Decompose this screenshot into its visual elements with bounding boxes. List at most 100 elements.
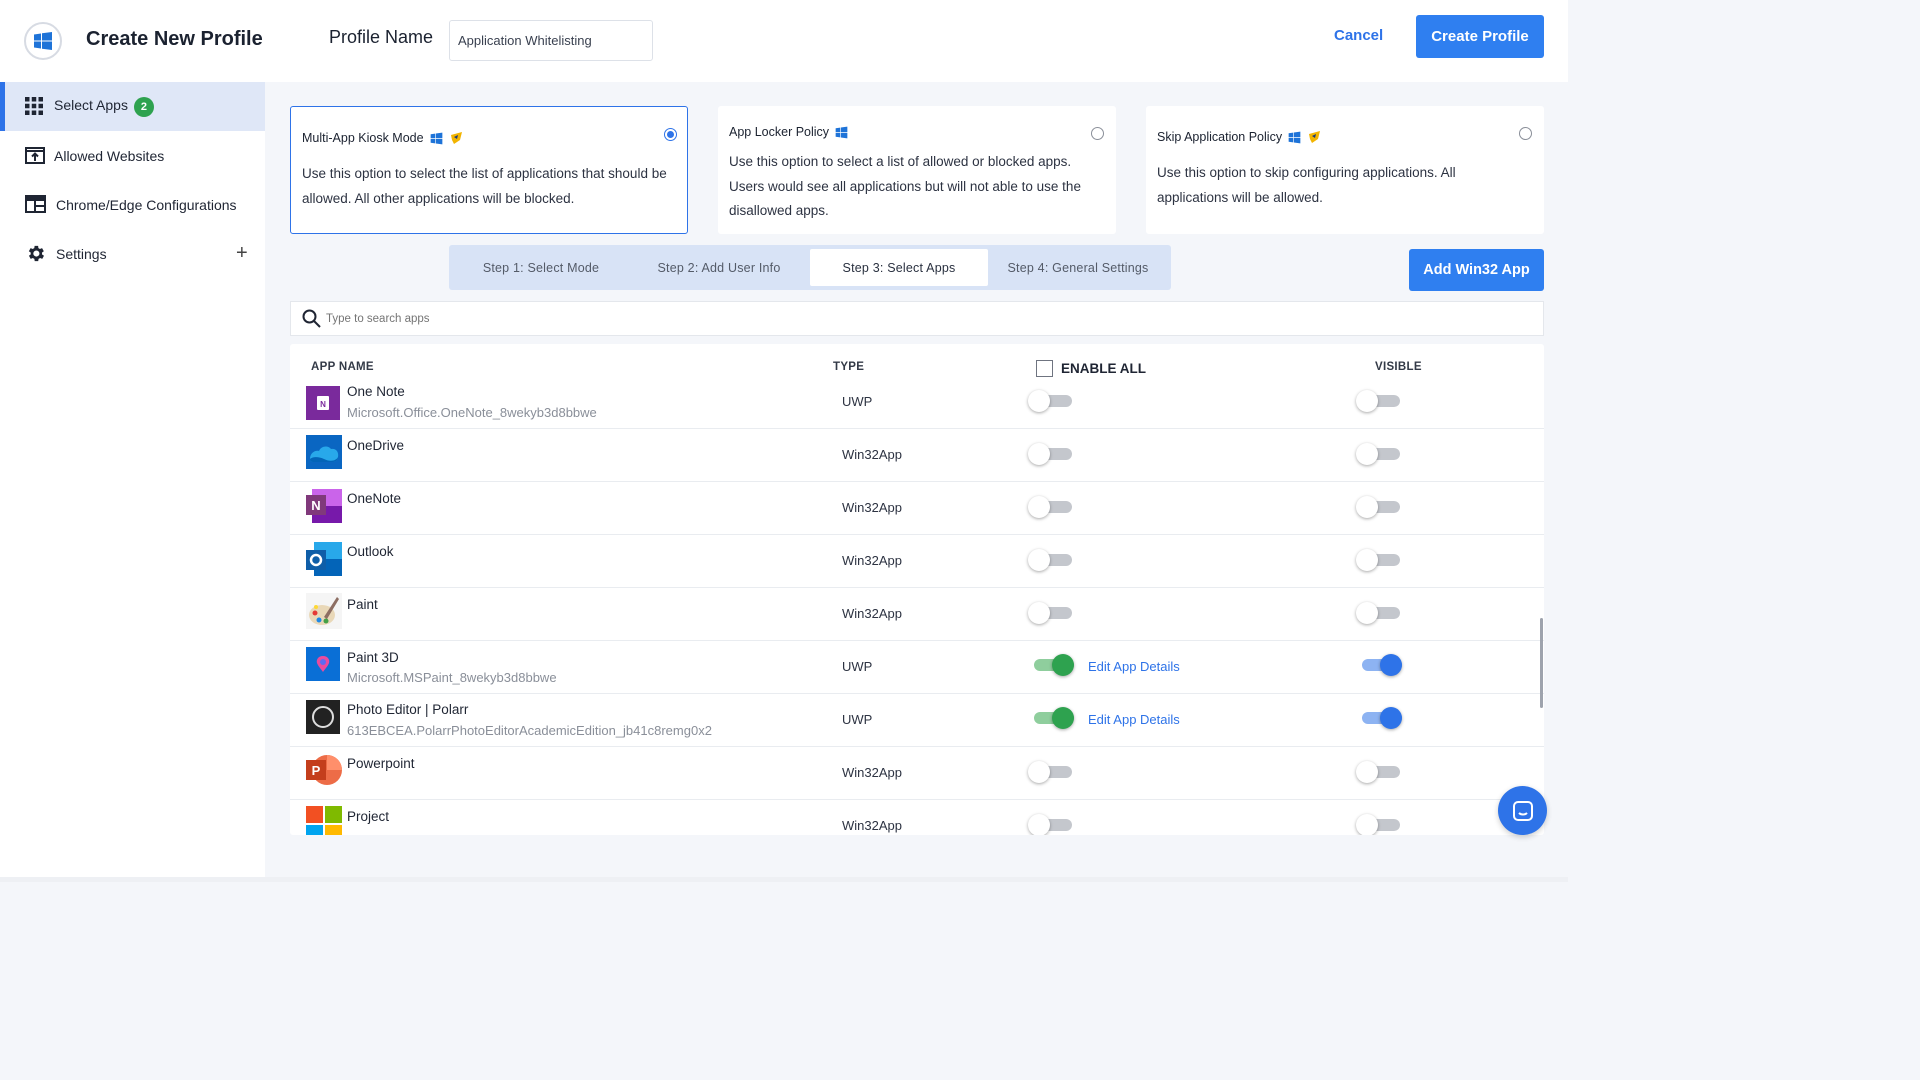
mode-radio-skip[interactable] [1519, 127, 1532, 140]
profile-name-input[interactable] [449, 20, 653, 61]
table-row: P Powerpoint Win32App [290, 747, 1544, 800]
enable-toggle[interactable] [1030, 653, 1074, 677]
windows-icon [1288, 131, 1301, 143]
enable-toggle[interactable] [1028, 389, 1072, 413]
tab-step-1[interactable]: Step 1: Select Mode [453, 249, 629, 286]
app-package: Microsoft.Office.OneNote_8wekyb3d8bbwe [347, 405, 597, 420]
visible-toggle[interactable] [1356, 442, 1400, 466]
app-package: Microsoft.MSPaint_8wekyb3d8bbwe [347, 670, 557, 685]
page-title: Create New Profile [86, 28, 263, 50]
sidebar-item-label: Settings [56, 245, 107, 262]
table-row: Outlook Win32App [290, 535, 1544, 588]
app-type: UWP [842, 394, 873, 409]
mode-card-skip[interactable]: Skip Application Policy Use this option … [1146, 106, 1544, 234]
mode-title: Skip Application Policy [1157, 130, 1283, 144]
visible-toggle[interactable] [1356, 601, 1400, 625]
windows-icon [835, 126, 848, 138]
sidebar-item-select-apps[interactable]: Select Apps 2 [0, 82, 265, 131]
powerpoint-icon: P [306, 755, 342, 785]
create-profile-button[interactable]: Create Profile [1416, 15, 1544, 58]
enable-toggle[interactable] [1028, 601, 1072, 625]
search-input[interactable] [326, 308, 926, 330]
mode-radio-kiosk[interactable] [664, 128, 677, 141]
apps-table: APP NAME TYPE ENABLE ALL VISIBLE N One N… [290, 344, 1544, 835]
mode-card-kiosk[interactable]: Multi-App Kiosk Mode Use this option to … [290, 106, 688, 234]
tab-step-4[interactable]: Step 4: General Settings [989, 249, 1167, 286]
mode-card-app-locker[interactable]: App Locker Policy Use this option to sel… [718, 106, 1116, 234]
app-name: Outlook [347, 544, 394, 559]
column-header-app-name: APP NAME [311, 361, 374, 373]
paint-icon [306, 593, 342, 629]
profile-name-label: Profile Name [329, 27, 434, 47]
sidebar-item-label: Allowed Websites [54, 147, 165, 164]
enable-toggle[interactable] [1028, 495, 1072, 519]
chat-icon [1512, 800, 1533, 821]
enable-toggle[interactable] [1028, 548, 1072, 572]
visible-toggle[interactable] [1358, 653, 1402, 677]
enable-all-label: ENABLE ALL [1061, 361, 1146, 376]
visible-toggle[interactable] [1356, 548, 1400, 572]
app-package: 613EBCEA.PolarrPhotoEditorAcademicEditio… [347, 723, 712, 738]
app-type: Win32App [842, 765, 902, 780]
step-tabs: Step 1: Select Mode Step 2: Add User Inf… [449, 245, 1171, 290]
sidebar-item-chrome-edge[interactable]: Chrome/Edge Configurations [0, 180, 265, 229]
table-row: N One Note Microsoft.Office.OneNote_8wek… [290, 376, 1544, 429]
tab-step-3[interactable]: Step 3: Select Apps [810, 249, 988, 286]
grid-icon [25, 97, 45, 117]
onedrive-icon [306, 435, 342, 469]
svg-text:P: P [312, 763, 321, 778]
enable-toggle[interactable] [1028, 442, 1072, 466]
visible-toggle[interactable] [1356, 760, 1400, 784]
mode-title: Multi-App Kiosk Mode [302, 131, 424, 145]
app-shield-icon [450, 132, 462, 144]
visible-toggle[interactable] [1358, 706, 1402, 730]
bottom-strip [0, 877, 1568, 882]
paint3d-icon [306, 647, 340, 681]
sidebar: Select Apps 2 Allowed Websites Chrome/Edg… [0, 82, 265, 877]
chat-launcher-button[interactable] [1498, 786, 1547, 835]
table-row: Paint 3D Microsoft.MSPaint_8wekyb3d8bbwe… [290, 641, 1544, 694]
upload-window-icon [25, 146, 45, 166]
table-row: N OneNote Win32App [290, 482, 1544, 535]
project-icon [306, 806, 342, 835]
add-win32-app-button[interactable]: Add Win32 App [1409, 249, 1544, 291]
table-scrollbar[interactable] [1540, 618, 1543, 708]
app-name: Photo Editor | Polarr [347, 702, 469, 717]
table-row: Photo Editor | Polarr 613EBCEA.PolarrPho… [290, 694, 1544, 747]
svg-text:N: N [311, 498, 320, 513]
visible-toggle[interactable] [1356, 495, 1400, 519]
enable-toggle[interactable] [1030, 706, 1074, 730]
sidebar-item-settings[interactable]: Settings + [0, 229, 265, 278]
enable-toggle[interactable] [1028, 813, 1072, 835]
table-row: Project Win32App [290, 800, 1544, 835]
sidebar-item-label: Chrome/Edge Configurations [56, 196, 237, 213]
cancel-button[interactable]: Cancel [1334, 27, 1383, 44]
app-name: OneDrive [347, 438, 405, 453]
app-type: UWP [842, 659, 873, 674]
edit-app-details-link[interactable]: Edit App Details [1088, 712, 1180, 727]
polarr-icon [306, 700, 340, 734]
app-type: UWP [842, 712, 873, 727]
sidebar-item-label: Select Apps [54, 96, 128, 113]
visible-toggle[interactable] [1356, 389, 1400, 413]
enable-all-checkbox[interactable] [1036, 360, 1053, 377]
mode-description: Use this option to select the list of ap… [302, 166, 667, 206]
app-name: Powerpoint [347, 756, 415, 771]
enable-toggle[interactable] [1028, 760, 1072, 784]
table-row: OneDrive Win32App [290, 429, 1544, 482]
app-type: Win32App [842, 553, 902, 568]
app-name: Paint 3D [347, 650, 399, 665]
expand-plus-icon[interactable]: + [236, 242, 248, 265]
column-header-type: TYPE [833, 361, 865, 373]
count-badge: 2 [133, 96, 154, 117]
visible-toggle[interactable] [1356, 813, 1400, 835]
gear-icon [25, 243, 45, 263]
edit-app-details-link[interactable]: Edit App Details [1088, 659, 1180, 674]
tab-step-2[interactable]: Step 2: Add User Info [631, 249, 807, 286]
mode-description: Use this option to select a list of allo… [729, 154, 1081, 218]
app-name: Paint [347, 597, 378, 612]
app-type: Win32App [842, 818, 902, 833]
sidebar-item-allowed-websites[interactable]: Allowed Websites [0, 131, 265, 180]
mode-radio-app-locker[interactable] [1091, 127, 1104, 140]
mode-description: Use this option to skip configuring appl… [1157, 165, 1456, 205]
